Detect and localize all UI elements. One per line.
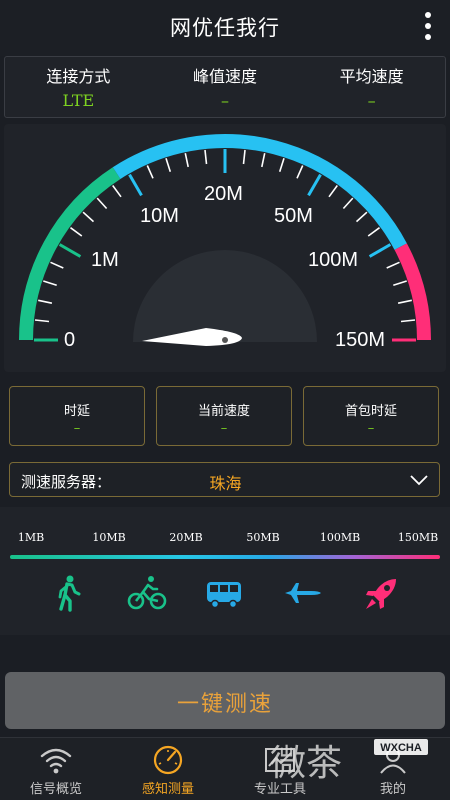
speed-scale-bar <box>10 555 440 559</box>
gauge-arc-high <box>394 243 431 341</box>
network-info-panel: 连接方式 LTE 峰值速度 – 平均速度 – <box>4 56 446 118</box>
gauge-tick <box>397 299 412 304</box>
tab-perception-measure-label: 感知测量 <box>141 782 194 797</box>
gauge-tick <box>146 165 154 179</box>
bus-icon[interactable] <box>204 573 244 613</box>
gauge-tick <box>96 197 108 210</box>
latency-card: 时延 – <box>9 386 145 446</box>
gauge-tick <box>204 149 208 165</box>
current-speed-value: – <box>220 421 228 436</box>
gauge-tick <box>368 243 392 258</box>
wifi-signal-icon <box>40 748 72 774</box>
scale-label-150mb: 150MB <box>397 531 439 544</box>
one-click-speed-test-button[interactable]: 一键测速 <box>5 672 445 729</box>
connection-type: 连接方式 LTE <box>5 57 152 117</box>
gauge-tick <box>400 319 416 323</box>
average-speed-label: 平均速度 <box>339 67 404 86</box>
scale-label-100mb: 100MB <box>319 531 361 544</box>
peak-speed: 峰值速度 – <box>152 57 299 117</box>
watermark-badge-text: WXCHA <box>380 742 422 754</box>
gauge-label-20m: 20M <box>204 183 243 205</box>
walking-icon[interactable] <box>48 573 88 613</box>
gauge-tick <box>43 280 57 287</box>
peak-speed-value: – <box>221 91 229 110</box>
scale-label-20mb: 20MB <box>169 531 203 544</box>
gauge-dial-face <box>133 250 317 342</box>
average-speed-value: – <box>367 91 376 110</box>
first-packet-latency-label: 首包时延 <box>344 404 397 419</box>
gauge-tick <box>386 261 400 269</box>
watermark-text: 微茶 <box>270 743 342 783</box>
latency-label: 时延 <box>63 404 90 419</box>
gauge-tick <box>355 211 368 223</box>
gauge-tick <box>128 173 143 197</box>
gauge-arc-mid <box>112 134 407 250</box>
gauge-tick <box>296 165 304 179</box>
gauge-tick <box>261 153 266 168</box>
gauge-svg: 0 1M 10M 20M 50M 100M 150M <box>19 134 431 351</box>
gauge-tick <box>82 211 95 223</box>
gauge-tick <box>38 299 53 304</box>
airplane-icon[interactable] <box>283 573 323 613</box>
gauge-label-100m: 100M <box>308 249 358 271</box>
gauge-tick <box>165 158 172 172</box>
peak-speed-label: 峰值速度 <box>193 67 258 86</box>
speed-gauge: 0 1M 10M 20M 50M 100M 150M <box>4 124 446 372</box>
gauge-tick <box>50 261 64 269</box>
bicycle-icon[interactable] <box>127 573 167 613</box>
gauge-tick <box>278 158 285 172</box>
server-value: 珠海 <box>209 474 242 493</box>
gauge-label-50m: 50M <box>274 205 313 227</box>
speedometer-icon <box>153 745 183 775</box>
app-bar: 网优任我行 <box>0 0 450 56</box>
connection-type-value: LTE <box>62 91 95 110</box>
speed-scale-panel: 1MB 10MB 20MB 50MB 100MB 150MB <box>0 507 450 635</box>
scale-label-1mb: 1MB <box>17 531 45 544</box>
gauge-tick <box>367 227 380 237</box>
server-selector[interactable]: 测速服务器： 珠海 <box>9 462 440 497</box>
first-packet-latency-value: – <box>367 421 375 436</box>
current-speed-card: 当前速度 – <box>156 386 292 446</box>
gauge-tick <box>328 185 338 198</box>
speed-test-button-label: 一键测速 <box>176 692 273 717</box>
gauge-tick <box>242 149 246 165</box>
gauge-label-1m: 1M <box>91 249 119 271</box>
wxcha-watermark: 微茶 WXCHA <box>270 739 428 783</box>
gauge-label-0: 0 <box>64 329 75 351</box>
chevron-down-icon <box>410 475 428 486</box>
gauge-tick <box>70 227 83 237</box>
tab-signal-overview[interactable]: 信号概览 <box>0 738 112 800</box>
stats-row: 时延 – 当前速度 – 首包时延 – <box>0 386 450 446</box>
gauge-tick <box>34 319 50 323</box>
current-speed-label: 当前速度 <box>197 404 250 419</box>
gauge-label-150m: 150M <box>335 329 385 351</box>
tab-perception-measure[interactable]: 感知测量 <box>112 738 224 800</box>
gauge-tick <box>184 153 189 168</box>
tab-signal-overview-label: 信号概览 <box>29 782 82 797</box>
gauge-tick <box>112 185 122 198</box>
gauge-tick <box>342 197 354 210</box>
gauge-label-10m: 10M <box>140 205 179 227</box>
gauge-needle-pivot <box>222 337 228 343</box>
app-title: 网优任我行 <box>170 16 280 40</box>
first-packet-latency-card: 首包时延 – <box>303 386 439 446</box>
gauge-tick <box>307 173 322 197</box>
scale-label-10mb: 10MB <box>92 531 126 544</box>
average-speed: 平均速度 – <box>298 57 445 117</box>
speed-scale-labels: 1MB 10MB 20MB 50MB 100MB 150MB <box>0 531 450 545</box>
gauge-tick <box>58 243 82 258</box>
scale-label-50mb: 50MB <box>246 531 280 544</box>
gauge-tick <box>393 280 407 287</box>
latency-value: – <box>73 421 81 436</box>
connection-type-label: 连接方式 <box>46 67 111 86</box>
rocket-icon[interactable] <box>362 573 402 613</box>
more-options-icon[interactable] <box>422 12 434 46</box>
